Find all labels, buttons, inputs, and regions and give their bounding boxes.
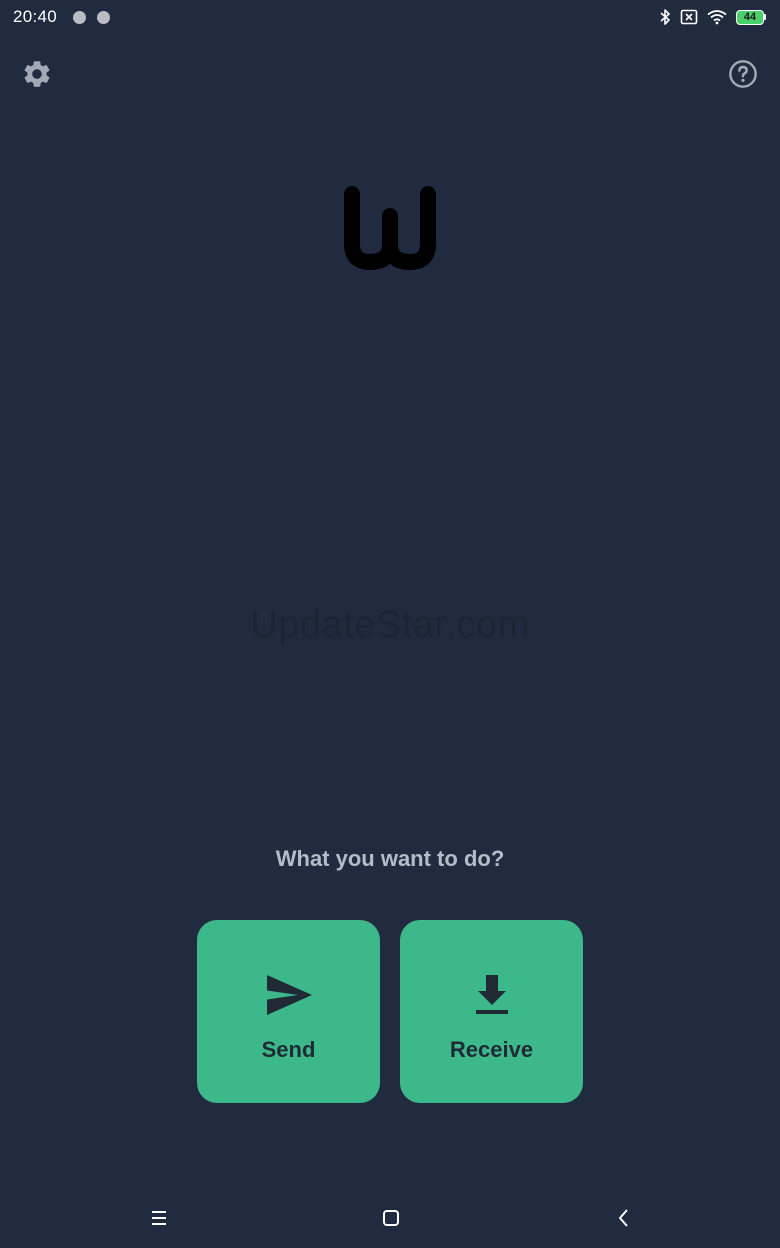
menu-icon [152,1211,166,1225]
settings-button[interactable] [21,58,53,90]
notification-dot-icon [97,10,111,24]
receive-label: Receive [449,1036,534,1062]
status-time: 20:40 [13,7,58,26]
battery-icon: 44 [736,9,766,25]
navigation-bar [0,1188,780,1248]
w-logo-icon [344,186,436,270]
nav-menu-button[interactable] [145,1204,173,1232]
status-right: 44 [650,8,766,26]
back-chevron-icon [619,1209,628,1227]
battery-tip [764,14,766,20]
send-label: Send [261,1036,316,1062]
prompt-text: What you want to do? [275,846,505,871]
send-icon [266,974,312,1015]
no-sim-icon [680,9,698,25]
battery-level: 44 [736,9,764,25]
help-button[interactable] [727,58,759,90]
watermark-text: UpdateStar.com [250,604,530,646]
receive-button[interactable]: Receive [400,920,583,1103]
home-screen: 20:40 44 UpdateStar.com What you want to… [0,0,780,1248]
notification-dot-icon [73,10,87,24]
bluetooth-icon [660,9,670,25]
nav-back-button[interactable] [610,1204,638,1232]
status-bar: 20:40 44 [0,0,780,34]
send-button[interactable]: Send [197,920,380,1103]
download-icon [475,974,508,1014]
nav-home-button[interactable] [377,1204,405,1232]
status-left: 20:40 [13,7,115,27]
home-square-icon [383,1210,399,1226]
gear-icon [24,61,50,87]
wifi-icon [707,10,727,25]
help-circle-icon [729,60,757,88]
